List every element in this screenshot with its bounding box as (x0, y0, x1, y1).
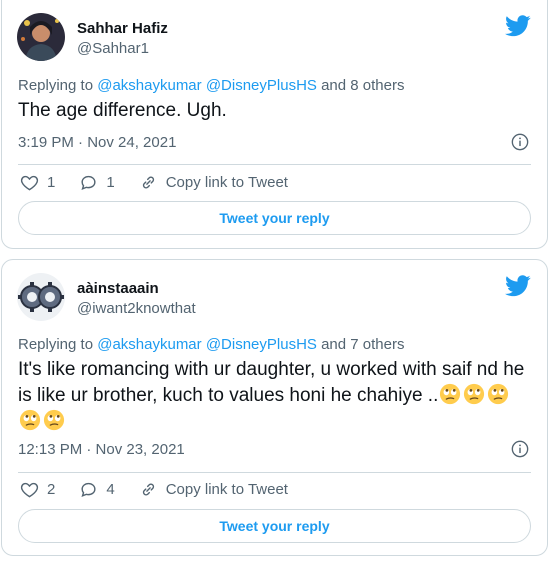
info-icon[interactable] (511, 440, 529, 458)
copy-link-label: Copy link to Tweet (165, 481, 288, 498)
link-icon (142, 176, 154, 189)
replying-to: Replying to @akshaykumar @DisneyPlusHS a… (18, 336, 404, 353)
tweet-your-reply-button[interactable]: Tweet your reply (18, 201, 531, 235)
comment-icon (81, 482, 96, 498)
avatar[interactable] (17, 273, 65, 321)
divider (18, 472, 531, 473)
replying-suffix[interactable]: and 7 others (317, 336, 404, 353)
like-button[interactable]: 1 (20, 173, 55, 192)
twitter-bird-icon[interactable] (505, 15, 531, 37)
info-icon[interactable] (511, 133, 529, 151)
tweet-your-reply-button[interactable]: Tweet your reply (18, 509, 531, 543)
comment-icon (81, 175, 96, 191)
tweet-timestamp[interactable]: 3:19 PM · Nov 24, 2021 (18, 134, 176, 151)
tweet-card: aàinstaaain @iwant2knowthat Replying to … (1, 259, 548, 556)
heart-icon (20, 482, 39, 498)
twitter-bird-icon[interactable] (505, 275, 531, 297)
like-count: 2 (47, 481, 56, 498)
reply-count: 1 (106, 174, 115, 191)
tweet-actions: 1 1 Copy link to Tweet (20, 173, 312, 192)
copy-link-button[interactable]: Copy link to Tweet (139, 173, 288, 192)
tweet-card: Sahhar Hafiz @Sahhar1 Replying to @aksha… (1, 0, 548, 249)
copy-link-label: Copy link to Tweet (165, 174, 288, 191)
reply-count-button[interactable]: 1 (79, 173, 115, 192)
rolling-eyes-emoji-icon (43, 409, 65, 431)
author-handle[interactable]: @iwant2knowthat (77, 300, 196, 317)
reply-count-button[interactable]: 4 (79, 480, 115, 499)
heart-icon (20, 175, 39, 191)
divider (18, 164, 531, 165)
tweet-timestamp[interactable]: 12:13 PM · Nov 23, 2021 (18, 441, 185, 458)
author-name[interactable]: aàinstaaain (77, 280, 159, 297)
tweet-text: The age difference. Ugh. (18, 100, 227, 121)
link-icon (142, 483, 154, 496)
like-button[interactable]: 2 (20, 480, 55, 499)
tweet-actions: 2 4 Copy link to Tweet (20, 480, 312, 499)
replying-to-link[interactable]: @akshaykumar @DisneyPlusHS (97, 77, 317, 94)
replying-to: Replying to @akshaykumar @DisneyPlusHS a… (18, 77, 404, 94)
avatar[interactable] (17, 13, 65, 61)
replying-prefix: Replying to (18, 77, 98, 94)
replying-prefix: Replying to (18, 336, 98, 353)
rolling-eyes-emoji-icon (19, 409, 41, 431)
author-name[interactable]: Sahhar Hafiz (77, 20, 168, 37)
author-handle[interactable]: @Sahhar1 (77, 40, 149, 57)
tweet-text: It's like romancing with ur daughter, u … (18, 357, 531, 435)
rolling-eyes-emoji-icon (464, 383, 485, 405)
like-count: 1 (47, 174, 56, 191)
copy-link-button[interactable]: Copy link to Tweet (139, 480, 288, 499)
reply-count: 4 (106, 481, 115, 498)
replying-suffix[interactable]: and 8 others (317, 77, 404, 94)
rolling-eyes-emoji-icon (440, 383, 461, 405)
replying-to-link[interactable]: @akshaykumar @DisneyPlusHS (97, 336, 317, 353)
rolling-eyes-emoji-icon (488, 383, 509, 405)
